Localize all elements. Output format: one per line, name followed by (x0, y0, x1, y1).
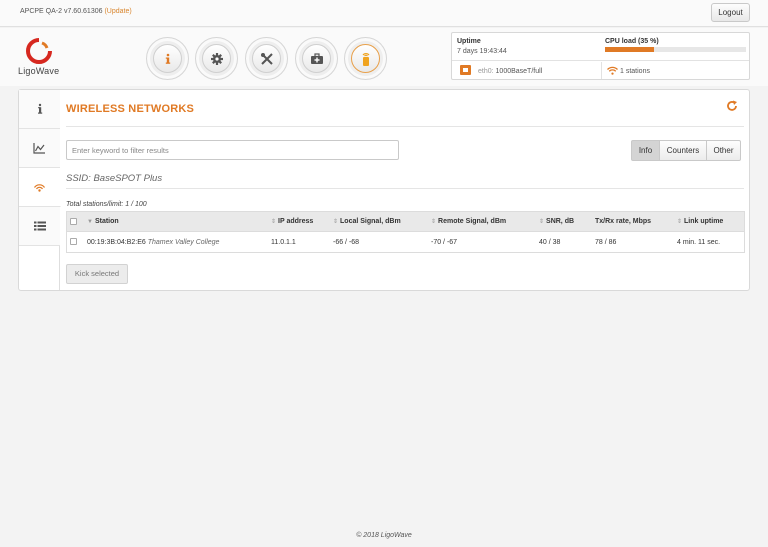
wireless-icon (34, 183, 45, 192)
ligowave-logo-icon (26, 38, 52, 64)
status-panel: Uptime 7 days 19:43:44 CPU load (35 %) e… (451, 32, 750, 80)
link-uptime-cell: 4 min. 11 sec. (677, 239, 721, 246)
top-bar: APCPE QA-2 v7.60.61306 (Update) Logout (0, 0, 768, 27)
logout-button[interactable]: Logout (711, 3, 750, 22)
sort-icon: ⇕ (333, 219, 339, 225)
column-header-station[interactable]: ▼ Station (87, 218, 119, 225)
info-icon (165, 53, 170, 64)
toolbox-icon (310, 52, 323, 64)
ethernet-speed: 1000BaseT/full (495, 68, 543, 75)
counters-view-button[interactable]: Counters (659, 140, 707, 161)
remote-signal-cell: -70 / -67 (431, 239, 458, 246)
nav-toolbox-button[interactable] (295, 37, 338, 80)
other-view-button[interactable]: Other (706, 140, 741, 161)
content-area: WIRELESS NETWORKS Info Counters Other SS… (60, 90, 750, 290)
column-header-rate: Tx/Rx rate, Mbps (595, 218, 652, 225)
station-mac: 00:19:3B:04:B2:E6 (87, 239, 146, 246)
firmware-info: APCPE QA-2 v7.60.61306 (Update) (20, 8, 132, 15)
info-view-button[interactable]: Info (631, 140, 660, 161)
cpu-load-label: CPU load (35 %) (605, 38, 659, 45)
footer-copyright: © 2018 LigoWave (356, 532, 412, 539)
station-cell: 00:19:3B:04:B2:E6 Thamex Valley College (87, 239, 219, 246)
sidebar-item-list[interactable] (19, 207, 60, 246)
title-divider (66, 126, 744, 127)
nav-settings-button[interactable] (195, 37, 238, 80)
select-all-checkbox[interactable] (70, 218, 77, 225)
uptime-label: Uptime (457, 38, 481, 45)
list-icon (33, 221, 46, 231)
status-vertical-divider (601, 62, 602, 79)
header: LigoWave Uptime 7 days 19:43:44 CPU load… (0, 28, 768, 86)
page-title: WIRELESS NETWORKS (66, 103, 195, 115)
local-signal-cell: -66 / -68 (333, 239, 360, 246)
cpu-load-fill (605, 47, 655, 52)
firmware-version: APCPE QA-2 v7.60.61306 (20, 8, 103, 15)
table-header: ▼ Station ⇕ IP address ⇕ Local Signal, dBm … (67, 212, 744, 232)
column-header-ip[interactable]: ⇕ IP address (271, 218, 313, 225)
rate-cell: 78 / 86 (595, 239, 617, 246)
chart-icon (33, 142, 45, 154)
snr-cell: 40 / 38 (539, 239, 561, 246)
stations-count: 1 stations (620, 68, 650, 75)
ethernet-icon (460, 65, 471, 75)
column-header-link-uptime[interactable]: ⇕ Link uptime (677, 218, 723, 225)
sort-icon: ⇕ (539, 219, 545, 225)
sort-icon: ⇕ (677, 219, 683, 225)
sidebar-item-info[interactable] (19, 90, 60, 129)
stations-table: ▼ Station ⇕ IP address ⇕ Local Signal, dBm … (66, 211, 745, 253)
sidebar-item-wireless[interactable] (19, 168, 61, 207)
ssid-divider (66, 188, 744, 189)
update-link[interactable]: (Update) (104, 8, 131, 15)
nav-info-button[interactable] (146, 37, 189, 80)
column-header-local-signal[interactable]: ⇕ Local Signal, dBm (333, 218, 401, 225)
column-header-snr[interactable]: ⇕ SNR, dB (539, 218, 574, 225)
cpu-load-bar (605, 47, 746, 52)
sort-icon: ⇕ (431, 219, 437, 225)
nav-tools-button[interactable] (245, 37, 288, 80)
gear-icon (210, 52, 223, 65)
sidebar-item-statistics[interactable] (19, 129, 60, 168)
filter-input[interactable] (66, 140, 399, 160)
ssid-heading: SSID: BaseSPOT Plus (66, 173, 163, 184)
sort-icon: ⇕ (271, 219, 277, 225)
ethernet-status: eth0: 1000BaseT/full (478, 68, 542, 75)
wifi-icon (607, 66, 618, 75)
nav-device-button[interactable] (344, 37, 387, 80)
ip-cell: 11.0.1.1 (271, 239, 296, 246)
total-stations: Total stations/limit: 1 / 100 (66, 201, 147, 208)
main-panel: WIRELESS NETWORKS Info Counters Other SS… (18, 89, 750, 291)
ligowave-logo[interactable]: LigoWave (18, 38, 68, 80)
device-signal-icon (362, 52, 369, 66)
refresh-icon[interactable] (726, 100, 738, 112)
info-icon (37, 103, 42, 114)
row-checkbox[interactable] (70, 238, 77, 245)
view-button-group: Info Counters Other (631, 140, 741, 161)
kick-selected-button[interactable]: Kick selected (66, 264, 128, 284)
status-divider (452, 60, 749, 61)
sidebar (19, 90, 61, 290)
sort-desc-icon: ▼ (87, 219, 93, 225)
station-name: Thamex Valley College (147, 239, 220, 246)
column-header-remote-signal[interactable]: ⇕ Remote Signal, dBm (431, 218, 506, 225)
ethernet-name: eth0: (478, 68, 494, 75)
uptime-value: 7 days 19:43:44 (457, 48, 507, 55)
tools-icon (260, 52, 273, 65)
brand-name: LigoWave (18, 66, 60, 76)
